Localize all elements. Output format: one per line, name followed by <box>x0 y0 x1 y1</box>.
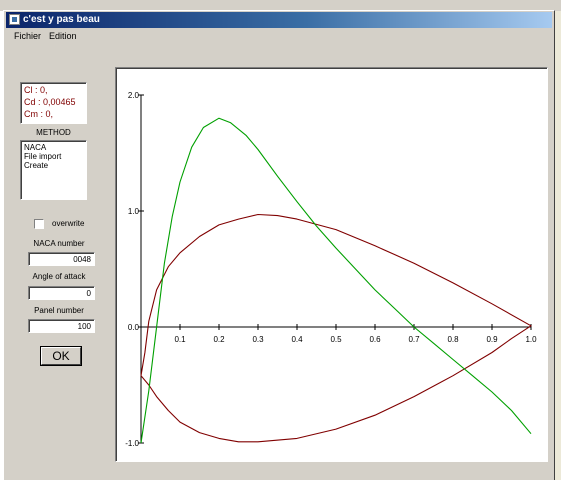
panel-number-label: Panel number <box>34 306 84 315</box>
title-bar[interactable]: c'est y pas beau <box>6 12 552 28</box>
angle-of-attack-label: Angle of attack <box>32 272 86 281</box>
x-tick-label: 0.8 <box>447 335 459 344</box>
angle-of-attack-value: 0 <box>86 289 91 298</box>
window-title: c'est y pas beau <box>23 14 100 25</box>
x-tick-label: 1.0 <box>525 335 537 344</box>
panel-number-input[interactable]: 100 <box>28 319 95 333</box>
method-option-naca[interactable]: NACA <box>24 143 46 152</box>
ok-button[interactable]: OK <box>41 347 81 365</box>
naca-number-label: NACA number <box>33 239 85 248</box>
menu-fichier[interactable]: Fichier <box>14 30 41 43</box>
menu-edition[interactable]: Edition <box>49 30 77 43</box>
y-tick-label: 2.0 <box>128 91 140 100</box>
x-tick-label: 0.4 <box>291 335 303 344</box>
naca-number-input[interactable]: 0048 <box>28 252 95 266</box>
overwrite-checkbox[interactable] <box>34 219 44 229</box>
x-tick-label: 0.7 <box>408 335 420 344</box>
naca-number-value: 0048 <box>73 255 91 264</box>
x-tick-label: 0.2 <box>213 335 225 344</box>
x-tick-label: 0.1 <box>174 335 186 344</box>
airfoil-chart: 0.1 0.2 0.3 0.4 0.5 0.6 0.7 0.8 0.9 1.0 -1.0 0.0 1.0… <box>125 91 537 448</box>
y-tick-label: 1.0 <box>128 207 140 216</box>
pressure-coefficient-line <box>140 117 532 444</box>
x-tick-label: 0.9 <box>486 335 498 344</box>
menu-bar: Fichier Edition <box>6 30 552 44</box>
cm-value: Cm : 0, <box>24 109 54 119</box>
cd-value: Cd : 0,00465 <box>24 97 76 107</box>
y-tick-label: 0.0 <box>128 323 140 332</box>
x-tick-label: 0.6 <box>369 335 381 344</box>
angle-of-attack-input[interactable]: 0 <box>28 286 95 300</box>
panel-number-value: 100 <box>77 322 91 331</box>
x-tick-label: 0.5 <box>330 335 342 344</box>
coefficients-box: Cl : 0, Cd : 0,00465 Cm : 0, <box>20 82 87 124</box>
x-tick-label: 0.3 <box>252 335 264 344</box>
method-title: METHOD <box>36 128 71 137</box>
app-icon <box>9 14 20 25</box>
y-tick-label: -1.0 <box>125 439 139 448</box>
method-option-create[interactable]: Create <box>24 161 48 170</box>
plot-area: 0.1 0.2 0.3 0.4 0.5 0.6 0.7 0.8 0.9 1.0 -1.0 0.0 1.0… <box>115 67 548 462</box>
overwrite-label: overwrite <box>52 219 85 228</box>
cl-value: Cl : 0, <box>24 85 48 95</box>
method-list[interactable]: NACA File import Create <box>20 140 87 200</box>
method-option-file-import[interactable]: File import <box>24 152 61 161</box>
